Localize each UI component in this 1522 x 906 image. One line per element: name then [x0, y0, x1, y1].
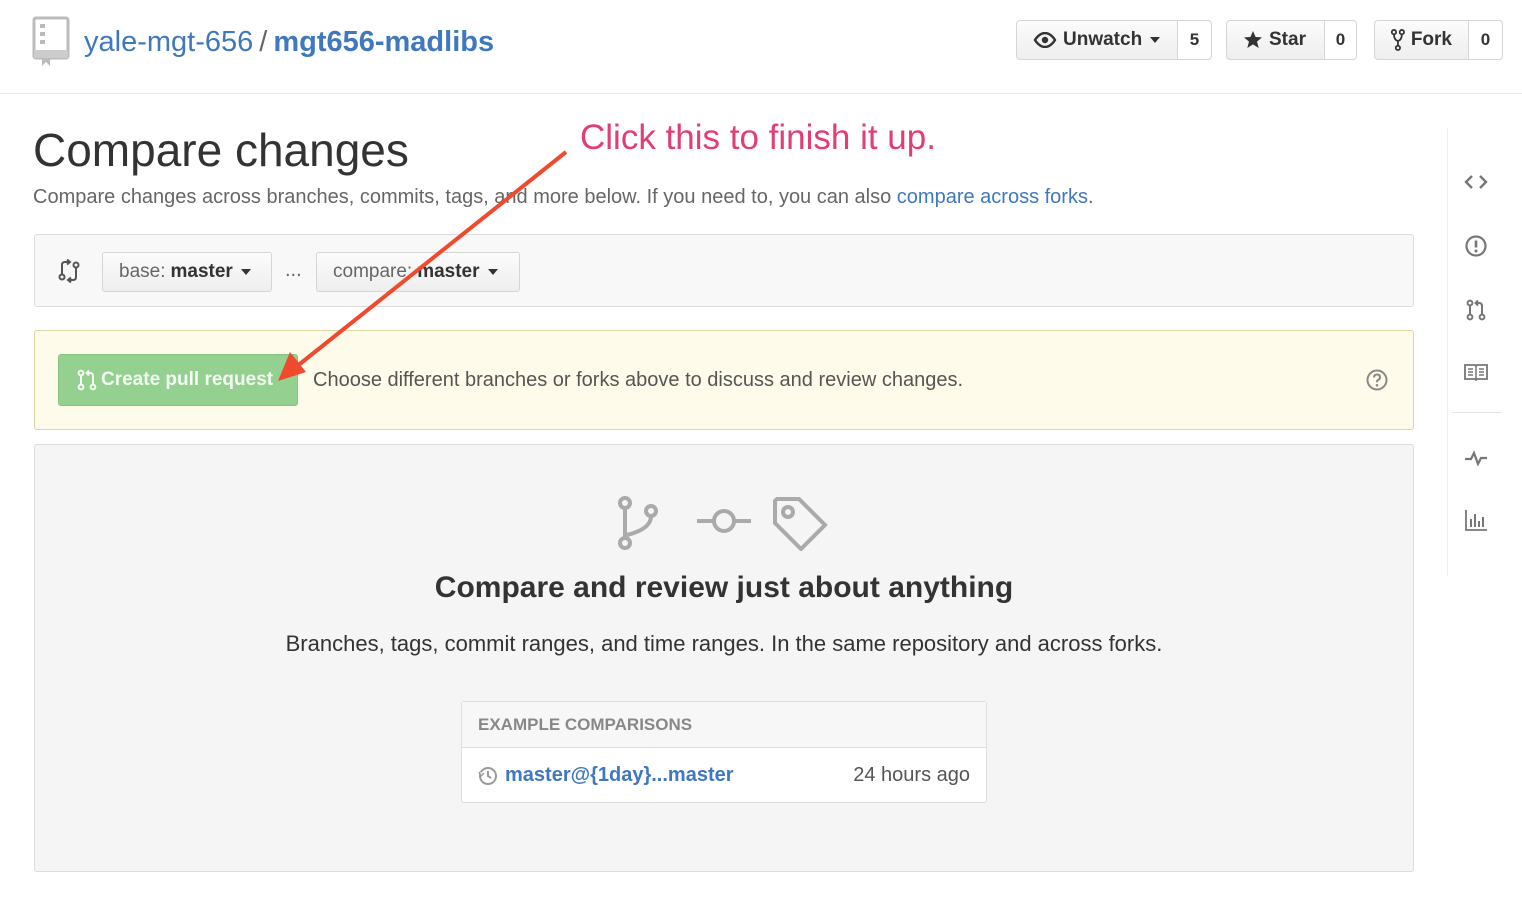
example-comparison-time: 24 hours ago — [853, 764, 970, 786]
compare-icon — [58, 259, 80, 283]
page-title: Compare changes — [33, 124, 409, 176]
repo-owner-link[interactable]: yale-mgt-656 — [84, 26, 253, 58]
repo-sidenav — [1447, 128, 1503, 576]
commit-icon — [697, 509, 751, 533]
star-button[interactable]: Star — [1226, 20, 1325, 60]
fork-button[interactable]: Fork — [1374, 20, 1469, 60]
history-icon — [478, 767, 497, 785]
nav-issues[interactable] — [1462, 232, 1490, 260]
blankslate-heading: Compare and review just about anything — [434, 571, 1014, 604]
base-prefix: base: — [119, 261, 166, 282]
blankslate-icons — [618, 496, 828, 551]
help-icon[interactable] — [1366, 369, 1388, 391]
graphs-icon — [1465, 510, 1487, 531]
example-comparisons-header: EXAMPLE COMPARISONS — [462, 702, 986, 748]
blankslate: Compare and review just about anything B… — [34, 444, 1414, 872]
compare-branch-name: master — [417, 261, 480, 282]
page-description: Compare changes across branches, commits… — [33, 184, 1094, 210]
nav-graphs[interactable] — [1462, 506, 1490, 534]
pull-request-icon — [1466, 299, 1486, 321]
chevron-down-icon — [240, 269, 251, 275]
description-period: . — [1087, 186, 1094, 208]
chevron-down-icon — [1150, 37, 1161, 43]
compare-across-forks-link[interactable]: compare across forks — [897, 186, 1088, 208]
base-branch-name: master — [170, 261, 233, 282]
create-pull-request-button[interactable]: Create pull request — [58, 354, 298, 406]
fork-group: Fork 0 — [1374, 20, 1503, 60]
flash-notice: Create pull request Choose different bra… — [34, 330, 1414, 430]
compare-branch-select[interactable]: compare: master — [316, 252, 520, 292]
example-comparisons: EXAMPLE COMPARISONS master@{1day}...mast… — [461, 701, 987, 803]
wiki-icon — [1464, 364, 1488, 381]
nav-wiki[interactable] — [1462, 358, 1490, 386]
range-editor: base: master ... compare: master — [34, 234, 1414, 307]
eye-icon — [1033, 32, 1057, 48]
watchers-count[interactable]: 5 — [1178, 20, 1212, 60]
repo-icon — [32, 16, 70, 66]
nav-pulse[interactable] — [1462, 444, 1490, 472]
sidenav-divider — [1452, 412, 1502, 413]
star-label: Star — [1269, 29, 1306, 50]
flash-message: Choose different branches or forks above… — [313, 369, 963, 391]
range-dots: ... — [285, 259, 302, 281]
repo-title: yale-mgt-656/mgt656-madlibs — [84, 24, 494, 60]
star-group: Star 0 — [1226, 20, 1357, 60]
create-pull-request-label: Create pull request — [101, 369, 274, 390]
issues-icon — [1465, 235, 1487, 257]
branch-icon — [618, 496, 658, 550]
pulse-icon — [1465, 450, 1487, 466]
repo-separator: / — [259, 26, 268, 58]
tag-icon — [773, 497, 828, 551]
star-icon — [1244, 31, 1262, 48]
annotation-text: Click this to finish it up. — [580, 118, 936, 157]
fork-icon — [1391, 29, 1405, 51]
fork-label: Fork — [1410, 29, 1452, 50]
unwatch-button[interactable]: Unwatch — [1016, 20, 1178, 60]
watch-group: Unwatch 5 — [1016, 20, 1212, 60]
pull-request-icon — [77, 369, 97, 391]
nav-code[interactable] — [1462, 168, 1490, 196]
example-comparison-link[interactable]: master@{1day}...master — [505, 764, 734, 787]
unwatch-label: Unwatch — [1063, 29, 1143, 50]
list-item[interactable]: master@{1day}...master 24 hours ago — [462, 748, 986, 802]
repo-name-link[interactable]: mgt656-madlibs — [273, 26, 494, 58]
blankslate-text: Branches, tags, commit ranges, and time … — [285, 631, 1163, 656]
page-description-text: Compare changes across branches, commits… — [33, 186, 892, 208]
repo-header: yale-mgt-656/mgt656-madlibs Unwatch 5 St… — [0, 0, 1522, 94]
base-branch-select[interactable]: base: master — [102, 252, 272, 292]
chevron-down-icon — [487, 269, 498, 275]
forks-count[interactable]: 0 — [1469, 20, 1503, 60]
nav-pull-requests[interactable] — [1462, 296, 1490, 324]
stargazers-count[interactable]: 0 — [1325, 20, 1357, 60]
compare-prefix: compare: — [333, 261, 413, 282]
code-icon — [1464, 175, 1488, 189]
